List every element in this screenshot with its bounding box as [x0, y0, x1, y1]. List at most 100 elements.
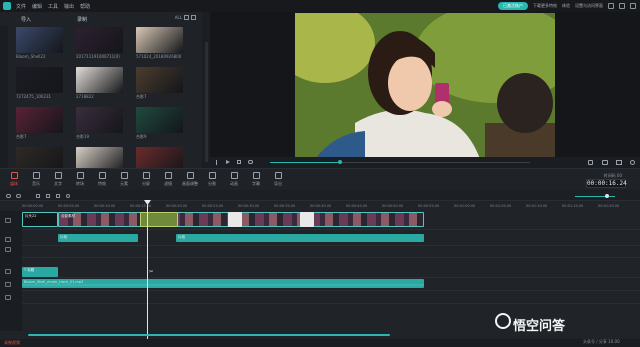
- tool-3[interactable]: 转场: [70, 172, 90, 187]
- ruler-tick-label: 00:00:10.00: [94, 204, 116, 208]
- playback-progress-bar[interactable]: [270, 160, 530, 164]
- tool-label: 导出: [274, 181, 282, 186]
- zoom-knob[interactable]: [605, 194, 609, 198]
- tool-9[interactable]: 分割: [202, 172, 222, 187]
- title-track-icon[interactable]: [5, 269, 11, 274]
- tool-11[interactable]: 字幕: [246, 172, 266, 187]
- video-clip-white[interactable]: [228, 212, 242, 227]
- fullscreen-icon[interactable]: [616, 160, 622, 165]
- media-scrollbar[interactable]: [205, 42, 208, 162]
- stop-icon[interactable]: [237, 160, 241, 164]
- audio-clip[interactable]: Bloom_Shell_music_track_01.mp3: [22, 279, 424, 288]
- tool-icon: [230, 172, 238, 179]
- watermark-sub: 头条号 / 分享 10.00: [583, 339, 620, 344]
- overlay-track2-icon[interactable]: [5, 247, 11, 252]
- overlay-clip-1-label: 片段: [60, 235, 67, 239]
- audio-track-icon[interactable]: [5, 282, 11, 287]
- tool-5[interactable]: 元素: [114, 172, 134, 187]
- download-effects-link[interactable]: 下载更多特效: [533, 3, 557, 9]
- preview-video-frame: [295, 13, 555, 159]
- playhead-line[interactable]: [147, 201, 148, 341]
- account-button[interactable]: 已激活账户: [498, 2, 528, 10]
- tool-icon: [10, 172, 18, 179]
- tool-6[interactable]: 分屏: [136, 172, 156, 187]
- speed-icon[interactable]: [66, 194, 70, 198]
- media-thumbnail[interactable]: [136, 67, 183, 93]
- minimize-icon[interactable]: [608, 3, 614, 9]
- tool-1[interactable]: 音乐: [26, 172, 46, 187]
- settings-link[interactable]: 设置与访问界面: [575, 3, 603, 9]
- overlay-track-icon[interactable]: [5, 237, 11, 242]
- track-divider: [22, 290, 640, 291]
- grid-view-icon[interactable]: [184, 15, 189, 20]
- media-thumbnail[interactable]: [16, 27, 63, 53]
- track-divider: [22, 245, 640, 246]
- list-view-icon[interactable]: [191, 15, 196, 20]
- media-thumbnail[interactable]: [76, 67, 123, 93]
- menu-tools[interactable]: 工具: [48, 3, 58, 10]
- media-thumbnail[interactable]: [136, 27, 183, 53]
- video-clip-white2[interactable]: [300, 212, 314, 227]
- music-track-icon[interactable]: [5, 295, 11, 300]
- media-thumbnail[interactable]: [136, 107, 183, 133]
- snapshot-icon[interactable]: [602, 160, 608, 165]
- title-clip-label: T 标题: [24, 268, 35, 272]
- video-editor-window: 文件 编辑 工具 输出 帮助 已激活账户 下载更多特效 体验 设置与访问界面 导…: [0, 0, 640, 347]
- tool-0[interactable]: 媒体: [4, 172, 24, 187]
- close-icon[interactable]: [630, 3, 636, 9]
- prev-frame-icon[interactable]: [216, 160, 220, 165]
- split-icon[interactable]: [36, 194, 40, 198]
- media-thumbnail[interactable]: [16, 67, 63, 93]
- menu-file[interactable]: 文件: [16, 3, 26, 10]
- overlay-clip-2[interactable]: 片段: [176, 234, 424, 242]
- menu-help[interactable]: 帮助: [80, 3, 90, 10]
- settings-icon[interactable]: [630, 160, 635, 165]
- overlay-clip-1[interactable]: 片段: [58, 234, 138, 242]
- maximize-icon[interactable]: [619, 3, 625, 9]
- undo-icon[interactable]: [6, 194, 11, 198]
- timeline-scrollbar[interactable]: [28, 334, 390, 336]
- cut-marker-icon[interactable]: ✂: [149, 269, 153, 275]
- tool-label: 分割: [208, 181, 216, 186]
- tool-2[interactable]: 文字: [48, 172, 68, 187]
- delete-icon[interactable]: [46, 194, 50, 198]
- import-dropdown[interactable]: 导入: [18, 15, 34, 24]
- view-controls: ALL: [175, 15, 196, 20]
- media-thumbnail-label: 201711191000711(0): [76, 54, 120, 59]
- media-thumbnail[interactable]: [76, 27, 123, 53]
- progress-scrubber[interactable]: [338, 160, 343, 164]
- tool-icon: [76, 172, 84, 179]
- media-thumbnail[interactable]: [16, 107, 63, 133]
- filter-all[interactable]: ALL: [175, 15, 182, 20]
- ruler-tick-label: 00:00:35.00: [274, 204, 296, 208]
- tool-label: 文字: [54, 181, 62, 186]
- video-clip-intro[interactable]: 片头22: [22, 212, 58, 227]
- media-thumbnail[interactable]: [76, 107, 123, 133]
- tool-label: 画面调整: [182, 181, 198, 186]
- tool-label: 滤镜: [164, 181, 172, 186]
- redo-icon[interactable]: [16, 194, 21, 198]
- ruler-tick-label: 00:01:00.00: [454, 204, 476, 208]
- time-ruler[interactable]: 00:00:00.00 00:00:05.00 00:00:10.00 00:00:1…: [22, 201, 640, 211]
- feedback-link[interactable]: 体验: [562, 3, 570, 9]
- tool-8[interactable]: 画面调整: [180, 172, 200, 187]
- volume-icon[interactable]: [588, 160, 593, 165]
- record-dropdown[interactable]: 录制: [74, 15, 90, 24]
- tool-12[interactable]: 导出: [268, 172, 288, 187]
- crop-icon[interactable]: [56, 194, 60, 198]
- transition-marker[interactable]: [140, 212, 178, 227]
- ruler-tick-label: 00:00:05.00: [58, 204, 80, 208]
- tool-10[interactable]: 动画: [224, 172, 244, 187]
- tool-7[interactable]: 滤镜: [158, 172, 178, 187]
- record-status[interactable]: 录制视频: [4, 340, 20, 346]
- tool-label: 音乐: [32, 181, 40, 186]
- zoom-slider[interactable]: [575, 196, 615, 197]
- menu-edit[interactable]: 编辑: [32, 3, 42, 10]
- ruler-tick-label: 00:00:55.00: [418, 204, 440, 208]
- play-icon[interactable]: [226, 160, 230, 164]
- menu-export[interactable]: 输出: [64, 3, 74, 10]
- title-clip[interactable]: T 标题: [22, 267, 58, 277]
- tool-4[interactable]: 特效: [92, 172, 112, 187]
- loop-icon[interactable]: [248, 160, 253, 164]
- video-track-icon[interactable]: [5, 218, 11, 223]
